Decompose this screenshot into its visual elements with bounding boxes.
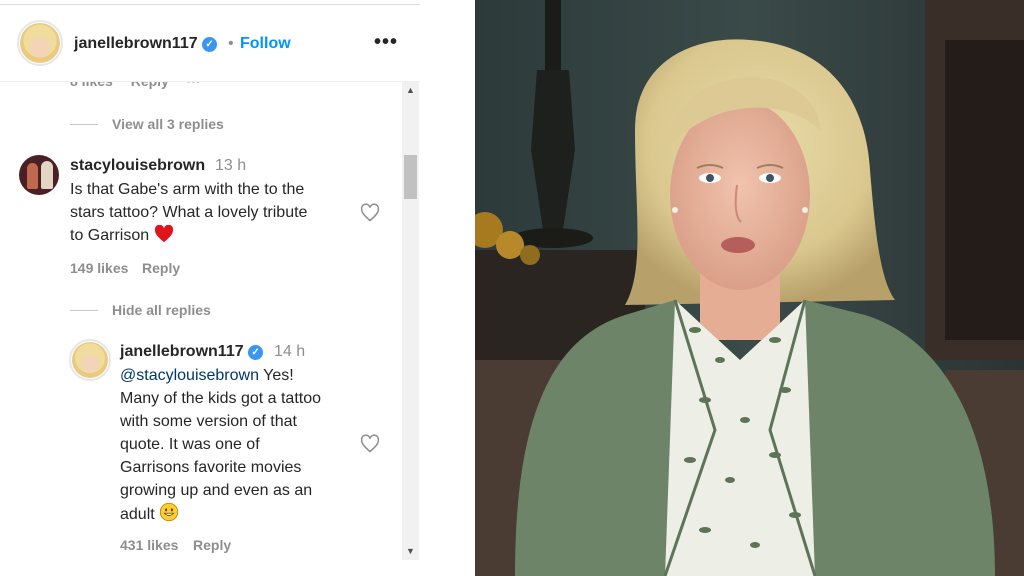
view-all-replies-button[interactable]: View all 3 replies: [112, 116, 224, 132]
comment-timestamp[interactable]: 13 h: [215, 157, 246, 175]
comment-line-1: Is that Gabe's arm with the to the: [70, 181, 305, 198]
comment-line-3: to Garrison: [70, 224, 307, 247]
scroll-up-arrow-icon[interactable]: ▲: [402, 82, 419, 99]
hide-all-replies-button[interactable]: Hide all replies: [112, 302, 211, 318]
reply-line-3: with some version of that: [120, 413, 297, 430]
reply-line-6: growing up and even as an: [120, 482, 313, 499]
red-heart-emoji: [154, 225, 173, 243]
comments-scrollbar[interactable]: ▲ ▼: [402, 82, 419, 560]
header-avatar-ring: [17, 20, 63, 66]
verified-badge-icon: ✓: [202, 37, 218, 52]
interview-photo-illustration: [475, 0, 1024, 576]
comment-reply-button[interactable]: Reply: [142, 260, 180, 276]
reply-timestamp[interactable]: 14 h: [274, 343, 305, 361]
interview-photo: [475, 0, 1024, 576]
panel-gap: [420, 0, 475, 576]
scroll-thumb[interactable]: [404, 155, 417, 199]
separator-dot: •: [228, 35, 234, 52]
instagram-comments-panel: janellebrown117 ✓ • Follow ••• 8 likes R…: [0, 0, 420, 576]
reply-line-7: adult: [120, 502, 321, 526]
comment-line-2: stars tattoo? What a lovely tribute: [70, 204, 308, 221]
reply-username[interactable]: janellebrown117 ✓: [120, 343, 264, 361]
reply-username-text[interactable]: janellebrown117: [120, 343, 244, 360]
more-options-icon[interactable]: •••: [374, 31, 398, 54]
follow-button[interactable]: Follow: [240, 35, 291, 53]
heart-outline-icon[interactable]: [360, 203, 380, 223]
reply-line-5: Garrisons favorite movies: [120, 459, 302, 476]
header-username[interactable]: janellebrown117 ✓: [74, 35, 218, 53]
reply-line-1-rest: Yes!: [258, 367, 294, 384]
comment-avatar[interactable]: [19, 155, 59, 195]
reply-line-4: quote. It was one of: [120, 436, 260, 453]
comment-username[interactable]: stacylouisebrown: [70, 157, 205, 175]
reply-reply-button[interactable]: Reply: [193, 537, 231, 553]
reply-likes[interactable]: 431 likes: [120, 537, 178, 553]
reply-line-2: Many of the kids got a tattoo: [120, 390, 322, 407]
post-header: janellebrown117 ✓ • Follow •••: [0, 5, 420, 82]
grinning-face-emoji: [159, 502, 179, 522]
reply-line-1: @stacylouisebrown Yes!: [120, 364, 321, 387]
reply-mention-link[interactable]: @stacylouisebrown: [120, 367, 259, 384]
comment-line-3-text: to Garrison: [70, 227, 150, 244]
reply-text: @stacylouisebrown Yes! Many of the kids …: [120, 364, 321, 526]
comment-likes[interactable]: 149 likes: [70, 260, 128, 276]
reply-avatar-ring: [69, 339, 111, 381]
reply-line-7-text: adult: [120, 506, 155, 523]
hide-replies-line: [70, 310, 98, 311]
scroll-down-arrow-icon[interactable]: ▼: [402, 543, 419, 560]
reply-heart-outline-icon[interactable]: [360, 434, 380, 454]
view-replies-line: [70, 124, 98, 125]
comment-text: Is that Gabe's arm with the to the stars…: [70, 178, 307, 247]
header-username-text[interactable]: janellebrown117: [74, 35, 198, 52]
reply-verified-badge-icon: ✓: [248, 345, 264, 360]
